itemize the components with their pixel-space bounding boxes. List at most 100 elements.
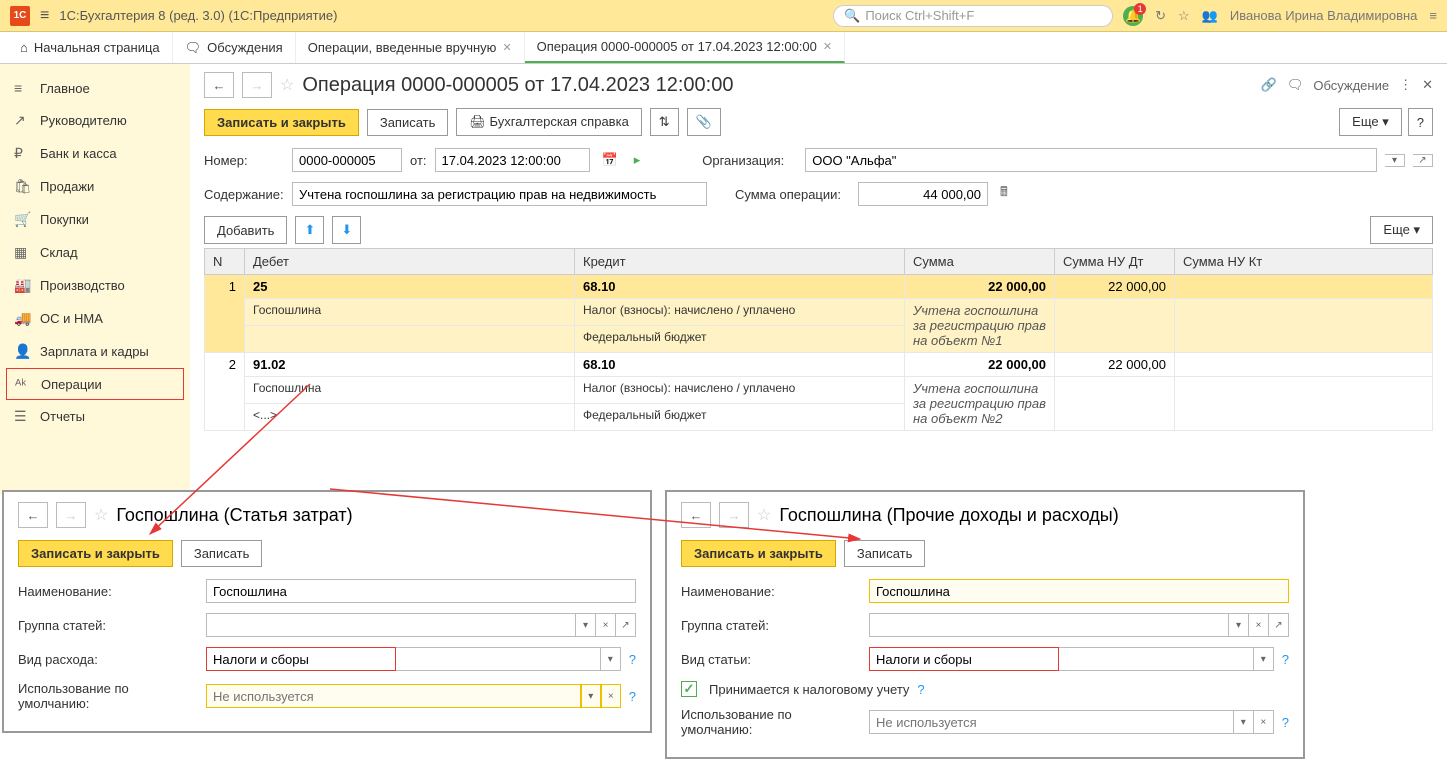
org-open[interactable]: ↗ bbox=[1413, 154, 1433, 167]
pop1-group-input[interactable] bbox=[206, 613, 576, 637]
tab-close-icon[interactable]: ✕ bbox=[502, 41, 511, 54]
col-credit[interactable]: Кредит bbox=[575, 249, 905, 275]
help-button[interactable]: ? bbox=[1408, 108, 1433, 136]
pop2-tax-checkbox[interactable]: ✓ bbox=[681, 681, 697, 697]
pop2-save[interactable]: Записать bbox=[844, 540, 926, 567]
user-name[interactable]: Иванова Ирина Владимировна bbox=[1230, 8, 1418, 23]
discuss-icon[interactable]: 🗨 bbox=[1287, 77, 1304, 93]
nav-item[interactable]: 🛍Продажи bbox=[0, 170, 190, 203]
pop1-type-dd[interactable]: ▾ bbox=[601, 647, 621, 671]
pop2-default-dd[interactable]: ▾ bbox=[1234, 710, 1254, 734]
menu-burger-icon[interactable]: ≡ bbox=[1429, 8, 1437, 23]
tab-close-icon[interactable]: ✕ bbox=[823, 40, 832, 53]
bell-icon[interactable]: 🔔1 bbox=[1123, 6, 1143, 26]
discuss-label[interactable]: Обсуждение bbox=[1313, 78, 1389, 93]
debit-acc[interactable]: 91.02 bbox=[245, 353, 575, 377]
pop1-type-ext[interactable] bbox=[396, 647, 601, 671]
user-icon[interactable]: 👥 bbox=[1202, 8, 1218, 24]
history-icon[interactable]: ↻ bbox=[1155, 8, 1166, 24]
row-num[interactable]: 1 bbox=[205, 275, 245, 353]
star-icon[interactable]: ☆ bbox=[1178, 8, 1190, 24]
calendar-icon[interactable]: 📅 bbox=[598, 152, 622, 168]
org-dropdown[interactable]: ▾ bbox=[1385, 154, 1405, 167]
nav-item[interactable]: ☰Отчеты bbox=[0, 400, 190, 433]
pop2-type-ext[interactable] bbox=[1059, 647, 1254, 671]
save-close-button[interactable]: Записать и закрыть bbox=[204, 109, 359, 136]
credit-sub2[interactable]: Федеральный бюджет bbox=[575, 326, 905, 353]
pop1-type-input[interactable] bbox=[206, 647, 396, 671]
row-num[interactable]: 2 bbox=[205, 353, 245, 431]
nav-item[interactable]: 🚚ОС и НМА bbox=[0, 302, 190, 335]
pop1-group-x[interactable]: × bbox=[596, 613, 616, 637]
nav-item[interactable]: ≡Главное bbox=[0, 72, 190, 104]
row-sum-nu-kt[interactable] bbox=[1175, 275, 1433, 299]
pop2-save-close[interactable]: Записать и закрыть bbox=[681, 540, 836, 567]
pop1-group-open[interactable]: ↗ bbox=[616, 613, 636, 637]
pop1-default-help[interactable]: ? bbox=[629, 689, 636, 704]
row-sum[interactable]: 22 000,00 bbox=[905, 353, 1055, 377]
pop2-back[interactable]: ← bbox=[681, 502, 711, 528]
pop1-forward[interactable]: → bbox=[56, 502, 86, 528]
credit-sub2[interactable]: Федеральный бюджет bbox=[575, 404, 905, 431]
pop1-save[interactable]: Записать bbox=[181, 540, 263, 567]
credit-sub1[interactable]: Налог (взносы): начислено / уплачено bbox=[575, 377, 905, 404]
pop2-group-x[interactable]: × bbox=[1249, 613, 1269, 637]
post-icon[interactable]: ▸ bbox=[630, 152, 645, 168]
pop1-default-x[interactable]: × bbox=[601, 684, 621, 708]
credit-acc[interactable]: 68.10 bbox=[575, 353, 905, 377]
debit-sub2[interactable] bbox=[245, 326, 575, 353]
row-desc[interactable]: Учтена госпошлина за регистрацию прав на… bbox=[905, 299, 1055, 353]
pop1-save-close[interactable]: Записать и закрыть bbox=[18, 540, 173, 567]
sum-input[interactable] bbox=[858, 182, 988, 206]
pop2-name-input[interactable] bbox=[869, 579, 1289, 603]
row-sum-nu-kt[interactable] bbox=[1175, 353, 1433, 377]
nav-item[interactable]: ᴬᵏОперации bbox=[6, 368, 184, 400]
attach-button[interactable]: 📎 bbox=[687, 108, 721, 136]
more-button[interactable]: Еще ▾ bbox=[1339, 108, 1402, 136]
pop2-default-input[interactable] bbox=[869, 710, 1234, 734]
save-button[interactable]: Записать bbox=[367, 109, 449, 136]
more-vert-icon[interactable]: ⋮ bbox=[1399, 77, 1412, 93]
row-sum-nu-dt[interactable]: 22 000,00 bbox=[1055, 275, 1175, 299]
col-sum-nu-kt[interactable]: Сумма НУ Кт bbox=[1175, 249, 1433, 275]
pop2-default-x[interactable]: × bbox=[1254, 710, 1274, 734]
pop2-group-input[interactable] bbox=[869, 613, 1229, 637]
col-n[interactable]: N bbox=[205, 249, 245, 275]
nav-item[interactable]: 🛒Покупки bbox=[0, 203, 190, 236]
forward-button[interactable]: → bbox=[242, 72, 272, 98]
calc-icon[interactable]: 🖩 bbox=[996, 183, 1012, 205]
pop1-name-input[interactable] bbox=[206, 579, 636, 603]
org-input[interactable] bbox=[805, 148, 1377, 172]
pop1-default-dd[interactable]: ▾ bbox=[581, 684, 601, 708]
dt-kt-button[interactable]: ⇅ bbox=[650, 108, 679, 136]
debit-sub1[interactable]: Госпошлина bbox=[245, 377, 575, 404]
content-input[interactable] bbox=[292, 182, 707, 206]
pop2-default-help[interactable]: ? bbox=[1282, 715, 1289, 730]
pop2-star-icon[interactable]: ☆ bbox=[757, 505, 771, 525]
acct-ref-button[interactable]: 🖨 Бухгалтерская справка bbox=[456, 108, 641, 136]
nav-item[interactable]: 👤Зарплата и кадры bbox=[0, 335, 190, 368]
pop1-group-dd[interactable]: ▾ bbox=[576, 613, 596, 637]
move-down-button[interactable]: ⬇ bbox=[332, 216, 361, 244]
credit-sub1[interactable]: Налог (взносы): начислено / уплачено bbox=[575, 299, 905, 326]
move-up-button[interactable]: ⬆ bbox=[295, 216, 324, 244]
tab[interactable]: ⌂Начальная страница bbox=[8, 32, 173, 63]
menu-icon[interactable]: ≡ bbox=[40, 7, 49, 25]
num-input[interactable] bbox=[292, 148, 402, 172]
nav-item[interactable]: 🏭Производство bbox=[0, 269, 190, 302]
row-sum-nu-dt[interactable]: 22 000,00 bbox=[1055, 353, 1175, 377]
table-more-button[interactable]: Еще ▾ bbox=[1370, 216, 1433, 244]
col-sum-nu-dt[interactable]: Сумма НУ Дт bbox=[1055, 249, 1175, 275]
pop2-group-open[interactable]: ↗ bbox=[1269, 613, 1289, 637]
col-debit[interactable]: Дебет bbox=[245, 249, 575, 275]
debit-acc[interactable]: 25 bbox=[245, 275, 575, 299]
credit-acc[interactable]: 68.10 bbox=[575, 275, 905, 299]
pop1-back[interactable]: ← bbox=[18, 502, 48, 528]
favorite-star-icon[interactable]: ☆ bbox=[280, 75, 294, 95]
col-sum[interactable]: Сумма bbox=[905, 249, 1055, 275]
pop2-type-help[interactable]: ? bbox=[1282, 652, 1289, 667]
debit-sub1[interactable]: Госпошлина bbox=[245, 299, 575, 326]
tab[interactable]: 🗨Обсуждения bbox=[173, 32, 296, 63]
back-button[interactable]: ← bbox=[204, 72, 234, 98]
nav-item[interactable]: ↗Руководителю bbox=[0, 104, 190, 137]
